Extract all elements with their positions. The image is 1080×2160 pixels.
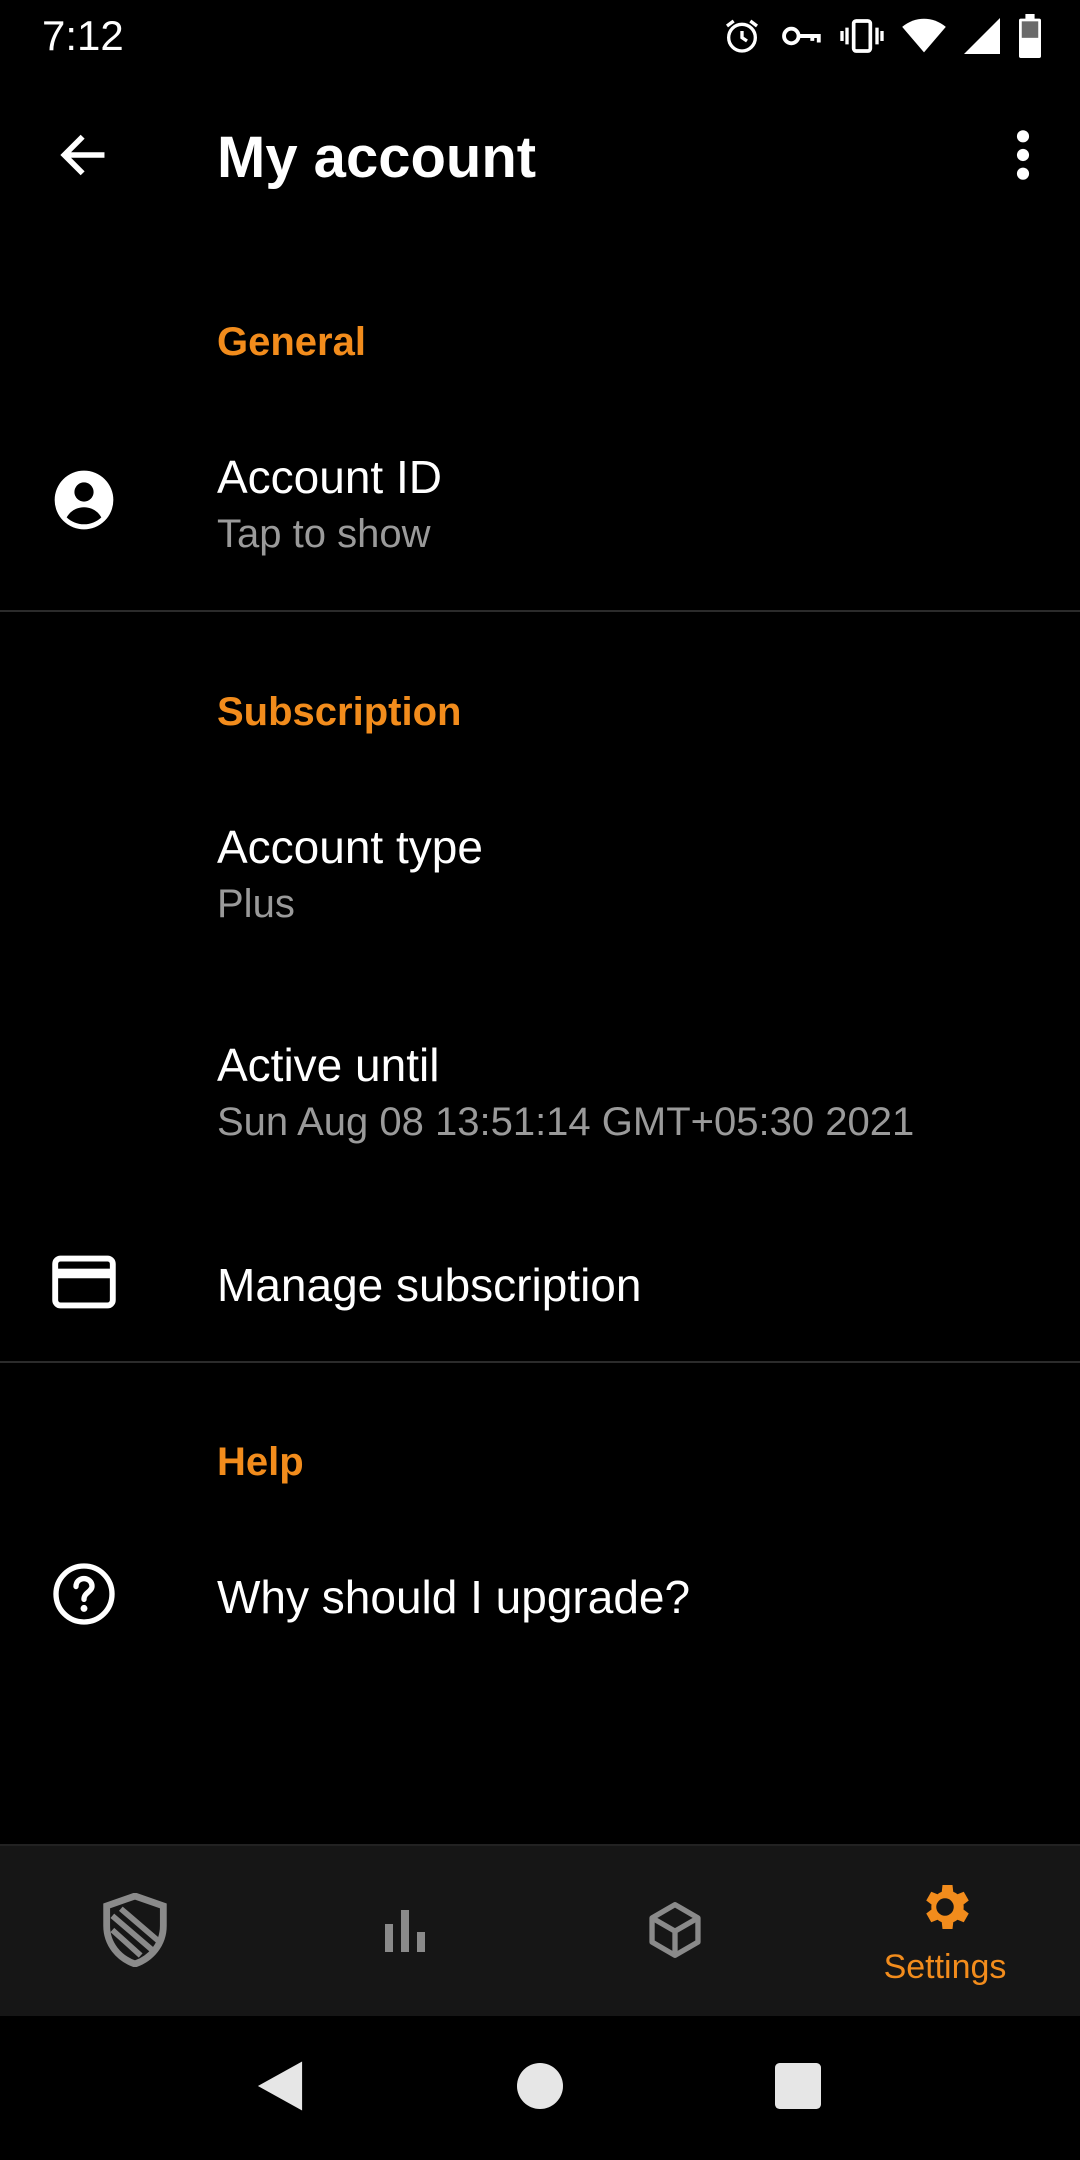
help-circle-icon (50, 1560, 118, 1628)
active-until-value: Sun Aug 08 13:51:14 GMT+05:30 2021 (217, 1100, 915, 1144)
bottom-navigation: Settings (0, 1844, 1080, 2018)
battery-icon (1018, 14, 1042, 58)
manage-subscription-title: Manage subscription (217, 1259, 642, 1311)
account-type-row[interactable]: Account type Plus (0, 790, 1080, 970)
section-header-general: General (217, 320, 366, 364)
account-circle-icon (50, 466, 118, 534)
home-circle-icon (517, 2062, 563, 2114)
package-icon (646, 1900, 704, 1965)
nav-item-settings[interactable]: Settings (810, 1846, 1080, 2018)
account-id-title: Account ID (217, 451, 442, 503)
back-triangle-icon (255, 2059, 305, 2118)
divider (0, 1361, 1080, 1363)
nav-item-apps[interactable] (540, 1846, 810, 2018)
why-upgrade-title: Why should I upgrade? (217, 1571, 691, 1623)
vibrate-icon (840, 16, 884, 56)
more-options-button[interactable] (988, 112, 1058, 202)
status-time: 7:12 (42, 12, 124, 59)
credit-card-icon (50, 1248, 118, 1316)
account-id-row[interactable]: Account ID Tap to show (0, 420, 1080, 600)
active-until-row[interactable]: Active until Sun Aug 08 13:51:14 GMT+05:… (0, 1008, 1080, 1188)
more-vert-icon (1013, 127, 1033, 188)
nav-item-stats[interactable] (270, 1846, 540, 2018)
vpn-key-icon (780, 16, 822, 56)
manage-subscription-row[interactable]: Manage subscription (0, 1218, 1080, 1348)
system-home-button[interactable] (490, 2038, 590, 2138)
section-header-subscription: Subscription (217, 690, 462, 734)
wifi-icon (902, 16, 946, 56)
status-bar: 7:12 (0, 0, 1080, 72)
system-recents-button[interactable] (748, 2038, 848, 2138)
status-icons (722, 14, 1042, 58)
bar-chart-icon (381, 1906, 429, 1959)
why-upgrade-row[interactable]: Why should I upgrade? (0, 1530, 1080, 1660)
page-title: My account (217, 125, 537, 190)
divider (0, 610, 1080, 612)
signal-icon (964, 16, 1000, 56)
alarm-icon (722, 16, 762, 56)
gear-icon (915, 1877, 975, 1942)
back-button[interactable] (38, 112, 128, 202)
system-navigation-bar (0, 2016, 1080, 2160)
active-until-title: Active until (217, 1039, 440, 1091)
account-type-value: Plus (217, 882, 295, 926)
recents-square-icon (775, 2062, 821, 2114)
system-back-button[interactable] (230, 2038, 330, 2138)
arrow-back-icon (55, 127, 111, 188)
nav-item-protection[interactable] (0, 1846, 270, 2018)
account-id-subtitle: Tap to show (217, 512, 431, 556)
nav-label-settings: Settings (883, 1948, 1007, 1986)
account-type-title: Account type (217, 821, 483, 873)
shield-icon (101, 1891, 169, 1972)
section-header-help: Help (217, 1440, 304, 1484)
